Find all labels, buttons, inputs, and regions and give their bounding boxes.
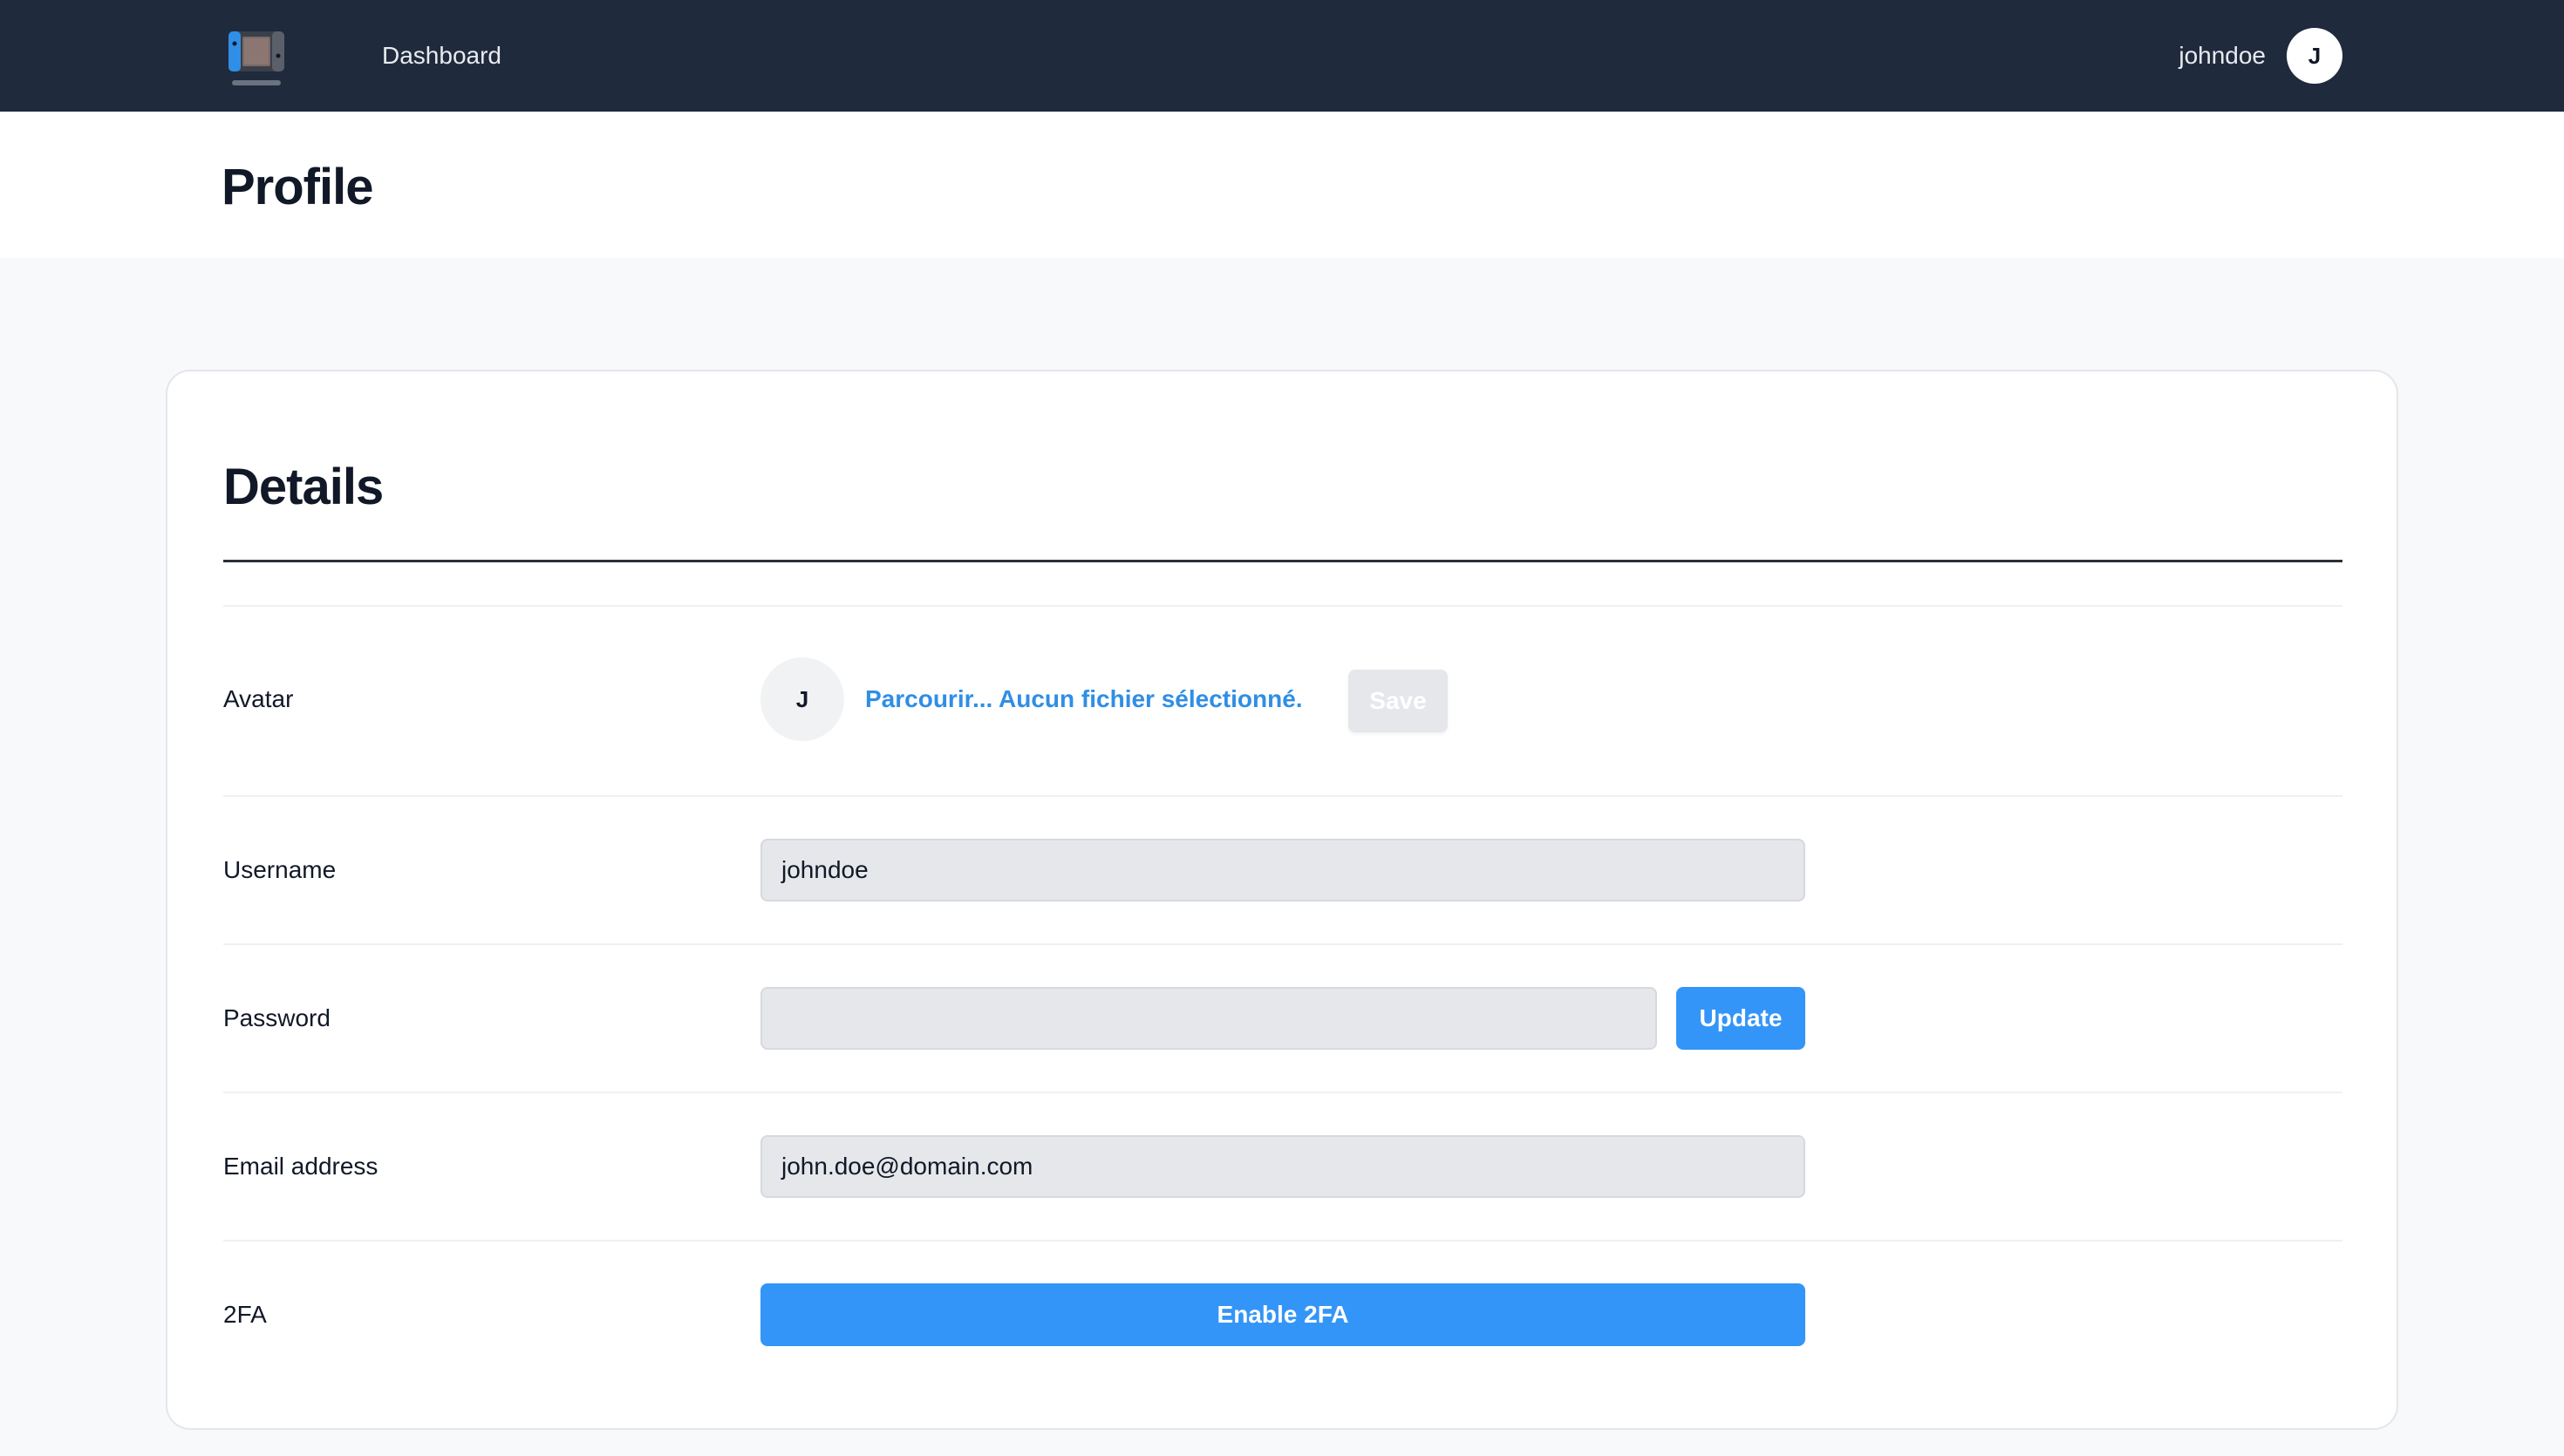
email-field[interactable]: john.doe@domain.com <box>760 1135 1805 1198</box>
password-field[interactable] <box>760 987 1657 1050</box>
update-password-button[interactable]: Update <box>1676 987 1805 1050</box>
title-divider <box>223 560 2342 562</box>
password-label: Password <box>223 1004 331 1031</box>
nav-link-dashboard[interactable]: Dashboard <box>382 40 501 71</box>
email-label: Email address <box>223 1153 378 1180</box>
row-divider <box>223 1092 2342 1093</box>
row-divider <box>223 605 2342 607</box>
nav-username: johndoe <box>2179 42 2266 69</box>
row-divider <box>223 943 2342 945</box>
top-navbar: Dashboard johndoe J <box>0 0 2564 112</box>
enable-2fa-button[interactable]: Enable 2FA <box>760 1283 1805 1346</box>
avatar-preview: J <box>760 657 844 741</box>
username-label: Username <box>223 856 337 883</box>
save-avatar-button[interactable]: Save <box>1348 670 1448 732</box>
avatar-label: Avatar <box>223 685 294 712</box>
username-field[interactable]: johndoe <box>760 839 1805 901</box>
user-avatar-button[interactable]: J <box>2287 28 2342 84</box>
page-title: Profile <box>222 159 373 215</box>
twofa-label: 2FA <box>223 1301 267 1328</box>
avatar-file-input[interactable]: Parcourir... Aucun fichier sélectionné. <box>865 684 1303 715</box>
handheld-console-icon[interactable] <box>225 24 288 92</box>
details-title: Details <box>223 459 384 515</box>
details-card: Details Avatar J Parcourir... Aucun fich… <box>166 370 2398 1430</box>
row-divider <box>223 1240 2342 1242</box>
page-header: Profile <box>0 112 2564 258</box>
row-divider <box>223 795 2342 797</box>
